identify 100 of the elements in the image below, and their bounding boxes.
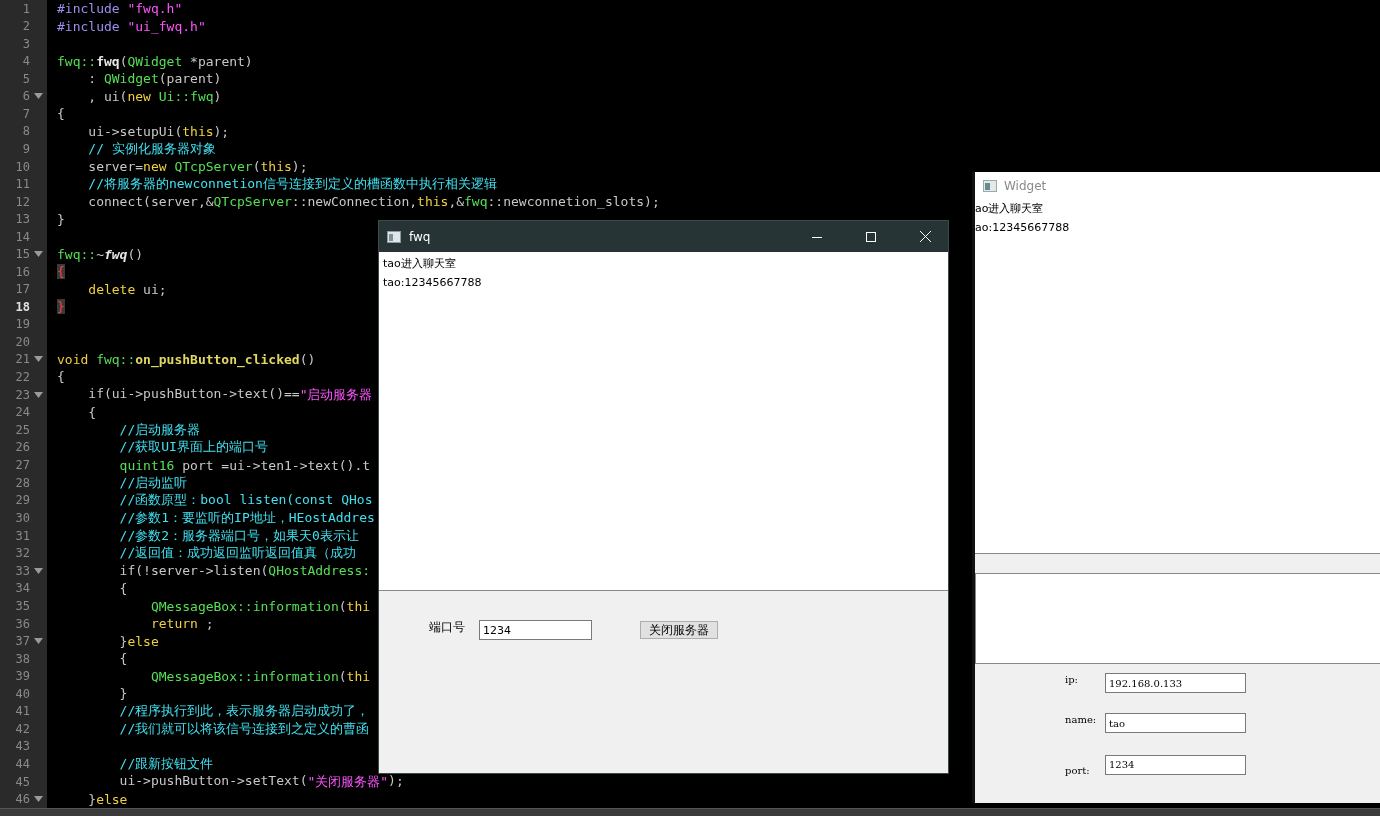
code-line: if(!server->listen(QHostAddress:	[118, 563, 371, 579]
fold-arrow-icon[interactable]	[34, 93, 43, 100]
code-line: fwq::fwq(QWidget *parent)	[56, 53, 253, 69]
code-line: {	[118, 651, 128, 667]
code-line: return ;	[149, 616, 214, 631]
line-number: 35	[14, 599, 30, 613]
code-line: }	[56, 211, 65, 227]
line-number: 34	[14, 581, 30, 596]
code-line: {	[118, 581, 128, 596]
chat-message: tao进入聊天室	[383, 256, 457, 272]
field-label: ip:	[1065, 673, 1079, 685]
line-number: 20	[14, 334, 30, 349]
code-line: #include "ui_fwq.h"	[56, 18, 206, 34]
input-field[interactable]: tao	[1105, 713, 1246, 733]
code-line: QMessageBox::information(thi	[149, 668, 371, 684]
window-title: fwq	[409, 229, 432, 244]
line-number: 44	[14, 757, 30, 772]
line-number: 22	[14, 369, 30, 384]
close-server-button[interactable]: 关闭服务器	[640, 621, 718, 639]
line-number: 13	[14, 212, 30, 227]
close-icon	[919, 231, 931, 242]
line-number: 43	[14, 739, 30, 754]
code-line: : QWidget(parent)	[87, 71, 222, 87]
line-number: 32	[14, 546, 30, 561]
fold-arrow-icon[interactable]	[34, 796, 43, 803]
text-input-area[interactable]	[975, 574, 1380, 664]
line-number: 29	[14, 493, 30, 508]
input-field[interactable]: 1234	[1105, 754, 1246, 775]
code-line: // 实例化服务器对象	[87, 139, 216, 158]
line-number: 3	[21, 36, 30, 51]
field-label: port:	[1065, 765, 1091, 776]
line-number: 9	[21, 141, 30, 156]
code-line: //返回值：成功返回监听返回值真（成功	[118, 544, 357, 563]
line-number: 8	[21, 124, 30, 139]
line-number: 23	[14, 387, 30, 402]
code-line: void fwq::on_pushButton_clicked()	[56, 351, 316, 367]
field-label: name:	[1065, 713, 1098, 725]
line-number: 40	[14, 686, 30, 701]
code-line: //启动服务器	[118, 420, 201, 439]
line-number: 46	[14, 792, 30, 807]
fold-arrow-icon[interactable]	[34, 356, 43, 363]
code-line: }else	[118, 633, 159, 649]
line-number: 36	[14, 616, 30, 631]
line-number: 2	[21, 19, 30, 34]
fold-arrow-icon[interactable]	[34, 251, 43, 258]
line-number: 18	[14, 299, 30, 314]
code-line: //函数原型：bool listen(const QHos	[118, 491, 373, 510]
line-number: 6	[21, 89, 30, 104]
line-number: 15	[14, 247, 30, 262]
fold-arrow-icon[interactable]	[34, 391, 43, 398]
fold-arrow-icon[interactable]	[34, 567, 43, 574]
code-line: delete ui;	[87, 281, 167, 297]
code-line: //跟新按钮文件	[118, 755, 214, 774]
window-title: Widget	[1004, 179, 1047, 193]
code-line: connect(server,&QTcpServer::newConnection,this,&fwq::newconnetion_slots);	[87, 194, 660, 210]
line-number: 26	[14, 440, 30, 455]
code-line: #include "fwq.h"	[56, 1, 183, 17]
line-number: 14	[14, 229, 30, 244]
code-line: server=new QTcpServer(this);	[87, 159, 308, 175]
line-number: 10	[14, 159, 30, 174]
code-line: ui->setupUi(this);	[87, 123, 230, 139]
line-number: 5	[21, 71, 30, 86]
line-number: 42	[14, 721, 30, 736]
maximize-icon	[866, 231, 876, 242]
code-line: fwq::~fwq()	[56, 246, 144, 262]
code-line: quint16 port =ui->ten1->text().t	[118, 457, 371, 473]
line-number: 27	[14, 458, 30, 472]
line-number: 19	[14, 317, 30, 332]
code-line: ui->pushButton->setText("关闭服务器");	[118, 772, 404, 791]
fold-arrow-icon[interactable]	[34, 638, 43, 645]
line-number: 12	[14, 194, 30, 209]
port-field[interactable]: 1234	[479, 620, 592, 640]
line-number: 31	[14, 528, 30, 543]
code-line: , ui(new Ui::fwq)	[87, 88, 222, 104]
code-line: }else	[87, 791, 128, 807]
line-number: 28	[14, 475, 30, 490]
line-number: 1	[21, 1, 30, 16]
port-label: 端口号	[429, 618, 466, 636]
line-number: 38	[14, 651, 30, 666]
window-icon	[387, 230, 401, 243]
code-line: }	[118, 686, 128, 702]
line-number: 7	[21, 106, 30, 121]
input-field[interactable]: 192.168.0.133	[1105, 673, 1246, 693]
code-line: {	[87, 404, 97, 420]
line-number: 33	[14, 563, 30, 578]
code-line: QMessageBox::information(thi	[149, 598, 371, 614]
line-number: 11	[14, 177, 30, 192]
code-line: //参数2：服务器端口号，如果天0表示让	[118, 526, 359, 545]
line-number: 4	[21, 54, 30, 69]
code-line: //启动监听	[118, 473, 188, 492]
line-number: 17	[14, 282, 30, 297]
chat-message: tao:12345667788	[383, 275, 483, 291]
code-line: //参数1：要监听的IP地址，HEostAddres	[118, 509, 375, 527]
chat-message: ao:12345667788	[975, 220, 1071, 236]
code-line: //获取UI界面上的端口号	[118, 438, 268, 457]
line-number: 25	[14, 422, 30, 437]
code-line: {	[56, 106, 65, 122]
code-line: {	[56, 369, 65, 385]
window-icon	[983, 180, 997, 192]
line-number: 24	[14, 405, 30, 420]
